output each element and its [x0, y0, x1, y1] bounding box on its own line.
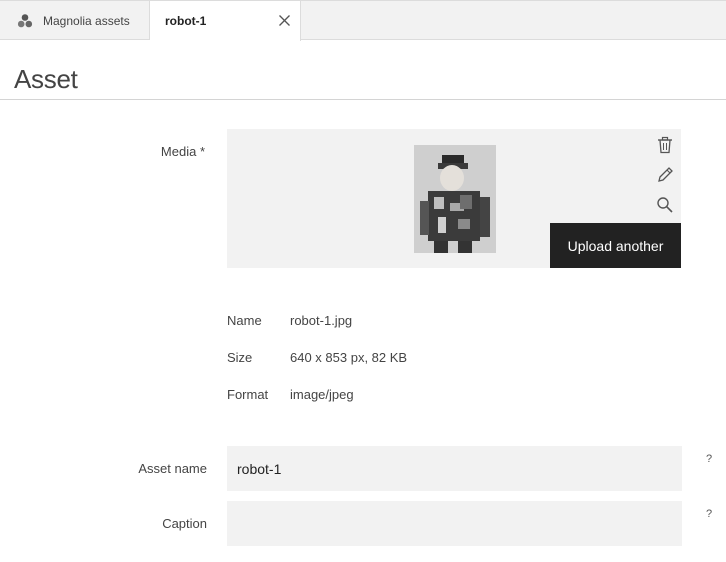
tab-label: Magnolia assets: [43, 13, 130, 28]
upload-another-button[interactable]: Upload another: [550, 223, 681, 268]
media-upload-area: Upload another: [227, 129, 681, 268]
tab-bar: Magnolia assets robot-1: [0, 0, 726, 41]
size-value: 640 x 853 px, 82 KB: [290, 350, 408, 365]
tab-robot-1[interactable]: robot-1: [150, 1, 301, 41]
robot-image: [414, 145, 496, 253]
caption-help[interactable]: ?: [706, 508, 712, 520]
pencil-icon[interactable]: [656, 166, 674, 184]
tab-magnolia-assets[interactable]: Magnolia assets: [0, 1, 150, 40]
divider: [0, 99, 726, 100]
asset-name-label: Asset name: [138, 461, 207, 476]
size-key: Size: [227, 350, 253, 365]
asset-name-help[interactable]: ?: [706, 453, 712, 465]
name-value: robot-1.jpg: [290, 313, 353, 328]
page-title: Asset: [14, 64, 78, 94]
format-key: Format: [227, 387, 269, 402]
trash-icon[interactable]: [656, 136, 674, 154]
close-icon[interactable]: [278, 14, 291, 27]
magnolia-assets-icon: [17, 13, 33, 27]
search-icon[interactable]: [656, 196, 674, 214]
caption-input[interactable]: [227, 501, 682, 546]
caption-label: Caption: [162, 516, 207, 531]
media-label: Media *: [160, 144, 205, 159]
asset-name-input[interactable]: [227, 446, 682, 491]
name-key: Name: [227, 313, 262, 328]
tab-label: robot-1: [165, 14, 207, 28]
format-value: image/jpeg: [290, 387, 354, 402]
robot-thumbnail: [414, 145, 496, 253]
